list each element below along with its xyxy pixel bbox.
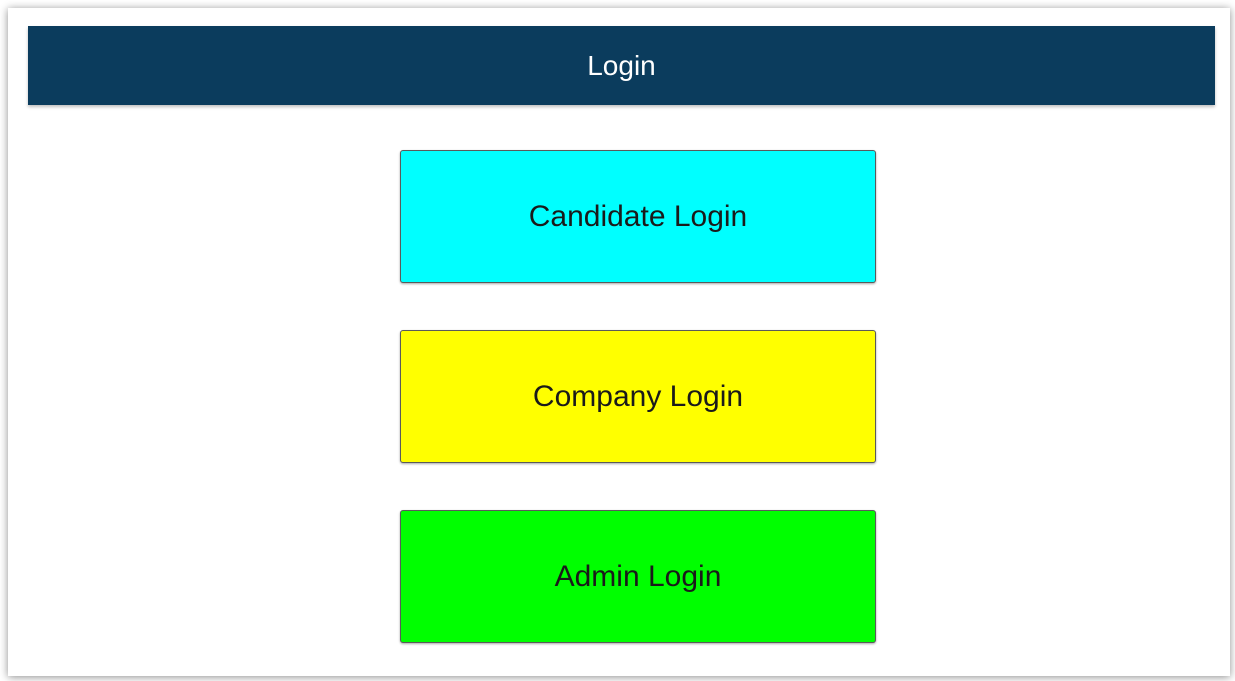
admin-login-label: Admin Login <box>554 559 722 593</box>
page-title: Login <box>587 49 656 81</box>
candidate-login-button[interactable]: Candidate Login <box>400 150 876 283</box>
admin-login-button[interactable]: Admin Login <box>400 510 876 643</box>
company-login-button[interactable]: Company Login <box>400 330 876 463</box>
company-login-label: Company Login <box>532 379 744 413</box>
login-window: Login Candidate Login Company Login Admi… <box>8 8 1230 676</box>
candidate-login-label: Candidate Login <box>528 199 748 233</box>
header-bar: Login <box>28 26 1215 105</box>
